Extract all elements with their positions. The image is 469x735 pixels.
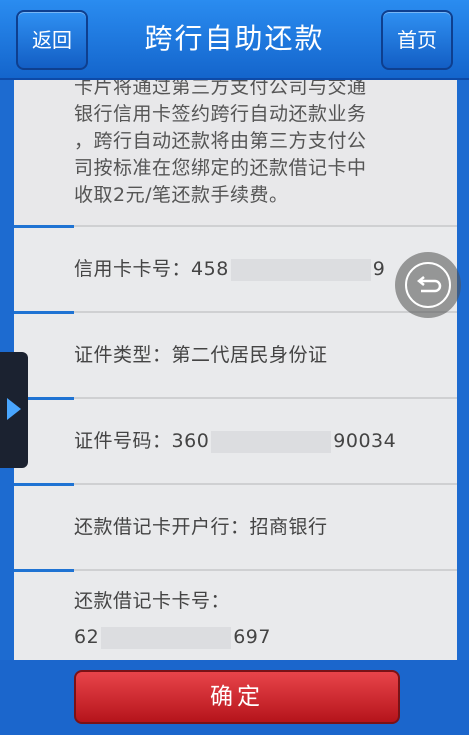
debit-card-row: 还款借记卡卡号： 62 697 xyxy=(14,569,457,660)
credit-card-label: 信用卡卡号： xyxy=(74,258,192,280)
credit-card-row: 信用卡卡号：458 9 xyxy=(14,225,457,311)
debit-bank-value: 招商银行 xyxy=(249,516,328,538)
home-button[interactable]: 首页 xyxy=(381,10,453,70)
debit-card-prefix: 62 xyxy=(74,626,100,648)
debit-bank-row: 还款借记卡开户行：招商银行 xyxy=(14,483,457,569)
debit-card-label: 还款借记卡卡号： xyxy=(74,590,231,612)
masked-digits xyxy=(211,430,332,453)
id-number-label: 证件号码： xyxy=(74,430,172,452)
masked-digits xyxy=(230,258,371,281)
floating-back-button[interactable] xyxy=(395,252,461,318)
id-number-row: 证件号码：360 90034 xyxy=(14,397,457,483)
credit-card-prefix: 458 xyxy=(191,258,229,280)
row-accent xyxy=(14,483,74,486)
debit-bank-label: 还款借记卡开户行： xyxy=(74,516,250,538)
notice-line: ，跨行自动还款将由第三方支付公 xyxy=(74,130,367,152)
id-type-value: 第二代居民身份证 xyxy=(171,344,328,366)
bottom-bar: 确定 xyxy=(0,660,469,735)
id-type-row: 证件类型：第二代居民身份证 xyxy=(14,311,457,397)
notice-line: 司按标准在您绑定的还款借记卡中 xyxy=(74,157,367,179)
chevron-right-icon xyxy=(7,398,21,420)
id-type-label: 证件类型： xyxy=(74,344,172,366)
row-accent xyxy=(14,569,74,572)
page-title: 跨行自助还款 xyxy=(144,22,325,55)
fee-notice: 卡片将通过第三方支付公司与交通 银行信用卡签约跨行自动还款业务 ，跨行自动还款将… xyxy=(14,80,457,225)
masked-digits xyxy=(101,626,232,649)
back-button[interactable]: 返回 xyxy=(16,10,88,70)
debit-card-suffix: 697 xyxy=(233,626,271,648)
notice-line: 收取2元/笔还款手续费。 xyxy=(74,184,289,206)
credit-card-suffix: 9 xyxy=(372,258,386,280)
id-number-prefix: 360 xyxy=(171,430,210,452)
row-accent xyxy=(14,311,74,314)
row-accent xyxy=(14,225,74,228)
header-bar: 返回 跨行自助还款 首页 xyxy=(0,0,469,80)
notice-line: 卡片将通过第三方支付公司与交通 xyxy=(74,80,367,98)
confirm-button[interactable]: 确定 xyxy=(74,670,400,724)
id-number-suffix: 90034 xyxy=(333,430,397,452)
notice-line: 银行信用卡签约跨行自动还款业务 xyxy=(74,103,367,125)
form-panel: 卡片将通过第三方支付公司与交通 银行信用卡签约跨行自动还款业务 ，跨行自动还款将… xyxy=(14,80,457,660)
undo-icon xyxy=(405,262,451,308)
side-drawer-tab[interactable] xyxy=(0,352,28,468)
